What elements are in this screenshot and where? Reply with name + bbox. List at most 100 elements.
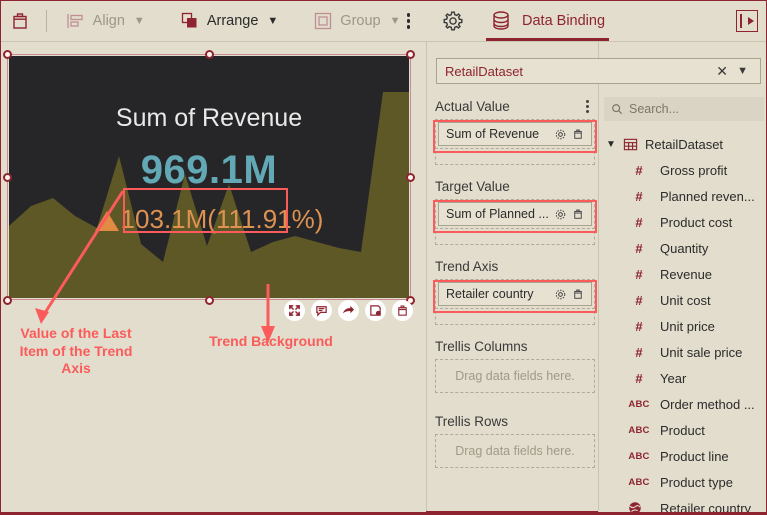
field-pill-target-value[interactable]: Sum of Planned ... (438, 202, 592, 226)
pill-container-actual-value[interactable]: Sum of Revenue (435, 119, 595, 149)
toolbar-left-group: Align ▼ Arrange ▼ Group ▼ (1, 1, 426, 41)
dropzone-placeholder: Drag data fields here. (455, 444, 575, 458)
field-item[interactable]: # Quantity (604, 235, 766, 261)
field-label: Product cost (660, 214, 733, 230)
shelf-trellis-columns-label: Trellis Columns (435, 339, 528, 354)
field-item[interactable]: # Product cost (604, 209, 766, 235)
field-item[interactable]: # Gross profit (604, 157, 766, 183)
field-label: Unit cost (660, 292, 711, 308)
panel-expand-icon[interactable] (736, 10, 758, 32)
shelf-actual-value-label-row: Actual Value (435, 99, 595, 114)
group-button[interactable]: Group ▼ (306, 6, 406, 36)
field-label: Gross profit (660, 162, 728, 178)
search-icon (611, 103, 623, 115)
fields-panel: Search... ▼ RetailDataset # Gross profit … (598, 42, 766, 514)
search-placeholder: Search... (629, 102, 680, 116)
field-item[interactable]: # Unit cost (604, 287, 766, 313)
field-label: Product type (660, 474, 733, 490)
align-icon (65, 10, 87, 32)
tree-root-label: RetailDataset (645, 136, 724, 152)
field-item[interactable]: # Unit price (604, 313, 766, 339)
field-item[interactable]: # Unit sale price (604, 339, 766, 365)
field-pill-trend-axis[interactable]: Retailer country (438, 282, 592, 306)
field-item[interactable]: ABC Product type (604, 469, 766, 495)
dataset-selector[interactable]: RetailDataset ✕ ▼ (436, 58, 761, 84)
trash-icon[interactable] (569, 208, 587, 220)
field-item[interactable]: # Year (604, 365, 766, 391)
field-type-icon: # (635, 240, 643, 256)
pill-container-target-value[interactable]: Sum of Planned ... (435, 199, 595, 229)
shelf-more-icon[interactable] (586, 100, 589, 113)
shelf-trellis-columns: Trellis Columns Drag data fields here. (435, 339, 595, 393)
field-item[interactable]: ABC Product (604, 417, 766, 443)
pill-empty-target-value[interactable] (435, 231, 595, 245)
design-canvas[interactable]: Sum of Revenue 969.1M 103.1M(111.91%) Va… (1, 42, 425, 514)
trash-icon[interactable] (569, 288, 587, 300)
trash-icon[interactable] (7, 7, 34, 35)
shelf-trend-axis: Trend Axis Retailer country (435, 259, 595, 325)
field-label: Quantity (660, 240, 709, 256)
field-label: Product line (660, 448, 729, 464)
shelf-trellis-rows-label-row: Trellis Rows (435, 414, 595, 429)
field-pill-label: Retailer country (446, 287, 534, 301)
shelf-trend-axis-label-row: Trend Axis (435, 259, 595, 274)
field-type-icon: ABC (628, 450, 650, 462)
window-bottom-rule (1, 512, 766, 514)
dropzone-trellis-rows[interactable]: Drag data fields here. (435, 434, 595, 468)
field-type-icon: # (635, 344, 643, 360)
field-label: Planned reven... (660, 188, 755, 204)
gear-icon[interactable] (551, 128, 569, 141)
field-item[interactable]: # Planned reven... (604, 183, 766, 209)
chevron-down-icon: ▼ (389, 15, 401, 27)
group-icon (312, 10, 334, 32)
gear-icon[interactable] (436, 4, 470, 38)
dropzone-placeholder: Drag data fields here. (455, 369, 575, 383)
annotation-trend-background: Trend Background (209, 333, 333, 349)
shelf-target-value: Target Value Sum of Planned ... (435, 179, 595, 245)
shelf-target-value-label-row: Target Value (435, 179, 595, 194)
chevron-down-icon: ▼ (133, 15, 145, 27)
field-type-icon: # (635, 318, 643, 334)
field-label: Unit sale price (660, 344, 743, 360)
annotation-line-2: Item of the Trend (19, 342, 133, 359)
field-label: Year (660, 370, 687, 386)
toolbar-more-icon[interactable] (406, 13, 410, 29)
arrange-button[interactable]: Arrange ▼ (173, 6, 284, 36)
arrange-label: Arrange (206, 13, 259, 29)
close-icon[interactable]: ✕ (716, 63, 728, 80)
field-pill-actual-value[interactable]: Sum of Revenue (438, 122, 592, 146)
align-button[interactable]: Align ▼ (59, 6, 151, 36)
tab-data-binding[interactable]: Data Binding (482, 1, 613, 41)
shelf-trellis-rows-label: Trellis Rows (435, 414, 509, 429)
shelf-trellis-columns-label-row: Trellis Columns (435, 339, 595, 354)
pill-empty-trend-axis[interactable] (435, 311, 595, 325)
trash-icon[interactable] (569, 128, 587, 140)
chevron-down-icon[interactable]: ▼ (606, 139, 616, 150)
pill-empty-actual-value[interactable] (435, 151, 595, 165)
field-item[interactable]: # Revenue (604, 261, 766, 287)
tree-root-retaildataset[interactable]: ▼ RetailDataset (604, 131, 766, 157)
field-type-icon: # (635, 214, 643, 230)
chevron-down-icon[interactable]: ▼ (737, 65, 748, 77)
field-type-icon: # (635, 188, 643, 204)
field-item[interactable]: ABC Product line (604, 443, 766, 469)
field-item[interactable]: ABC Order method ... (604, 391, 766, 417)
field-type-icon: ABC (628, 398, 650, 410)
tab-data-binding-label: Data Binding (522, 13, 606, 29)
dropzone-trellis-columns[interactable]: Drag data fields here. (435, 359, 595, 393)
field-type-icon: # (635, 162, 643, 178)
shelf-target-value-label: Target Value (435, 179, 510, 194)
gear-icon[interactable] (551, 208, 569, 221)
search-input[interactable]: Search... (604, 97, 764, 121)
shelf-actual-value-label: Actual Value (435, 99, 510, 114)
field-type-icon: # (635, 292, 643, 308)
app-window: Align ▼ Arrange ▼ Group ▼ Data Binding S… (0, 0, 767, 515)
field-pill-label: Sum of Planned ... (446, 207, 549, 221)
table-icon (623, 137, 638, 152)
field-type-icon: # (635, 266, 643, 282)
pill-container-trend-axis[interactable]: Retailer country (435, 279, 595, 309)
annotation-line-1: Value of the Last (20, 325, 132, 341)
field-label: Revenue (660, 266, 713, 282)
gear-icon[interactable] (551, 288, 569, 301)
shelf-actual-value: Actual Value Sum of Revenue (435, 99, 595, 165)
